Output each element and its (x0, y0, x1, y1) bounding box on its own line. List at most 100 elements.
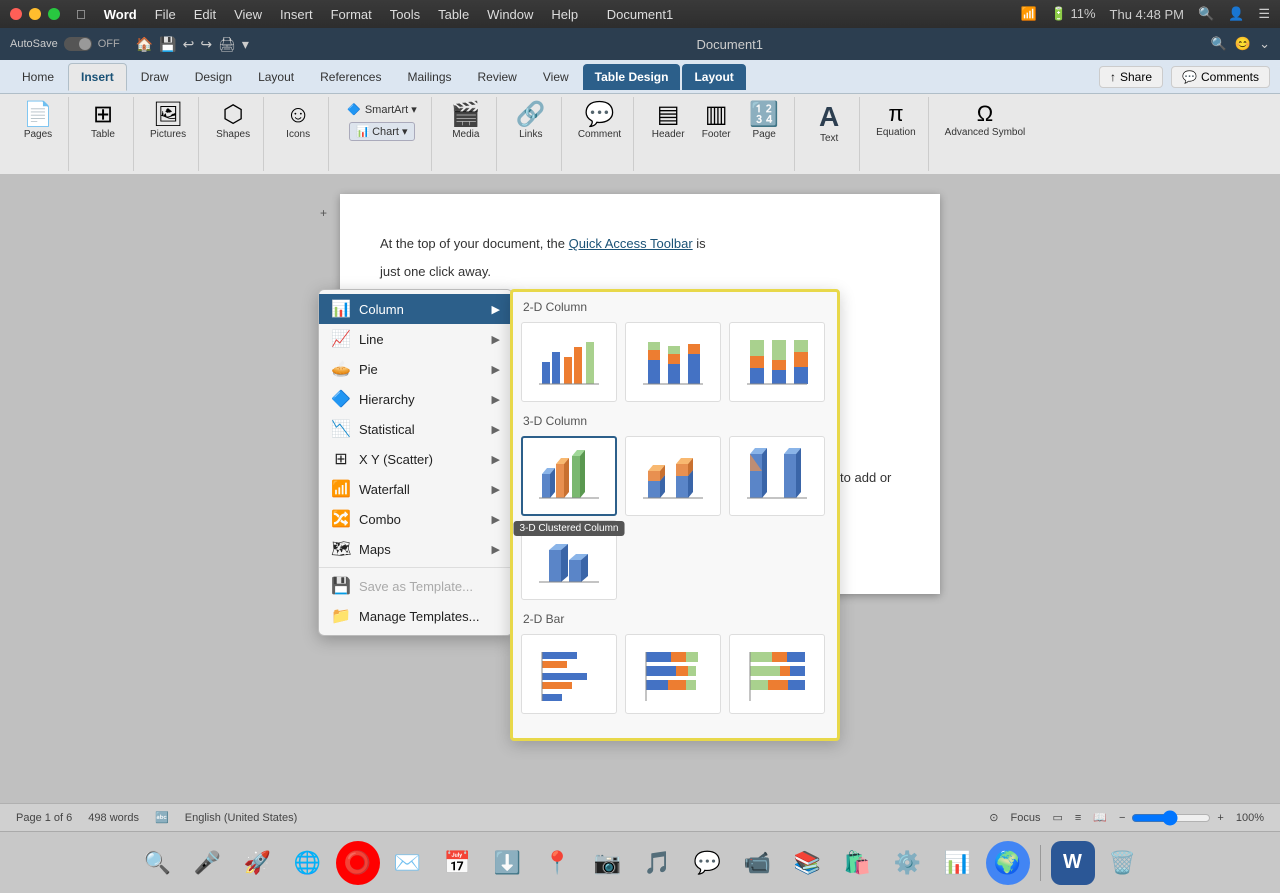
ribbon-tabs[interactable]: Home Insert Draw Design Layout Reference… (0, 60, 1280, 94)
tab-review[interactable]: Review (466, 64, 529, 90)
tab-table-design[interactable]: Table Design (583, 64, 681, 90)
quick-access-toolbar[interactable]: 🏠 💾 ↩ ↪ 🖨 ▾ (136, 36, 249, 53)
tab-home[interactable]: Home (10, 64, 66, 90)
spell-check-icon[interactable]: 🔤 (155, 811, 169, 824)
minimize-button[interactable] (29, 8, 41, 20)
chart-3d-stacked-column[interactable] (625, 436, 721, 516)
chart-100-stacked-column[interactable] (729, 322, 825, 402)
add-margin-icon[interactable]: + (320, 204, 327, 222)
tab-references[interactable]: References (308, 64, 393, 90)
menu-item-manage-templates[interactable]: 📁 Manage Templates... (319, 601, 512, 631)
smartart-button[interactable]: 🔷 SmartArt ▾ (341, 101, 423, 118)
siri-icon[interactable]: 👤 (1228, 6, 1244, 22)
symbol-button[interactable]: Ω Advanced Symbol (941, 101, 1030, 140)
close-button[interactable] (10, 8, 22, 20)
chart-stacked-column[interactable] (625, 322, 721, 402)
dock-launchpad[interactable]: 🚀 (236, 841, 280, 885)
table-menu[interactable]: Table (438, 7, 469, 22)
user-icon[interactable]: 😊 (1235, 36, 1251, 52)
dock-mail[interactable]: ✉️ (386, 841, 430, 885)
format-menu[interactable]: Format (331, 7, 372, 22)
zoom-in-icon[interactable]: + (1217, 812, 1223, 824)
help-menu[interactable]: Help (551, 7, 578, 22)
expand-icon[interactable]: ⌄ (1259, 36, 1270, 52)
file-menu[interactable]: File (155, 7, 176, 22)
save-icon[interactable]: 💾 (159, 36, 176, 53)
menu-item-pie[interactable]: 🥧 Pie ▶ (319, 354, 512, 384)
menu-item-line[interactable]: 📈 Line ▶ (319, 324, 512, 354)
chart-3d-100-stacked-column[interactable] (729, 436, 825, 516)
menu-item-combo[interactable]: 🔀 Combo ▶ (319, 504, 512, 534)
dock-music[interactable]: 🎵 (636, 841, 680, 885)
text-button[interactable]: A Text (807, 101, 851, 146)
links-button[interactable]: 🔗 Links (509, 101, 553, 142)
dock-finder[interactable]: 🔍 (136, 841, 180, 885)
outline-icon[interactable]: ≡ (1075, 812, 1081, 824)
word-menu[interactable]: Word (104, 7, 137, 22)
media-button[interactable]: 🎬 Media (444, 101, 488, 142)
dock-word[interactable]: W (1051, 841, 1095, 885)
chart-stacked-bar[interactable] (625, 634, 721, 714)
tab-draw[interactable]: Draw (129, 64, 181, 90)
tab-insert[interactable]: Insert (68, 63, 127, 91)
zoom-control[interactable]: − + (1119, 810, 1224, 826)
menu-item-hierarchy[interactable]: 🔷 Hierarchy ▶ (319, 384, 512, 414)
print-icon[interactable]: 🖨 (218, 36, 236, 53)
dock-calendar[interactable]: 📅 (436, 841, 480, 885)
header-button[interactable]: ▤ Header (646, 101, 690, 142)
zoom-out-icon[interactable]: − (1119, 812, 1125, 824)
chart-type-menu[interactable]: 📊 Column ▶ 📈 Line ▶ 🥧 Pie ▶ 🔷 Hierarchy … (318, 289, 513, 636)
search-ribbon-icon[interactable]: 🔍 (1211, 36, 1227, 52)
edit-menu[interactable]: Edit (194, 7, 216, 22)
dock-photos[interactable]: 📷 (586, 841, 630, 885)
chart-3d-clustered-column[interactable]: 3-D Clustered Column (521, 436, 617, 516)
menu-item-statistical[interactable]: 📉 Statistical ▶ (319, 414, 512, 444)
redo-icon[interactable]: ↪ (200, 36, 212, 53)
autosave-toggle[interactable] (64, 37, 92, 51)
chart-dropdown[interactable]: 📊 Chart ▾ (349, 122, 414, 141)
more-icon[interactable]: ▾ (242, 36, 249, 53)
dock-systemprefs[interactable]: ⚙️ (886, 841, 930, 885)
chart-100-stacked-bar[interactable] (729, 634, 825, 714)
view-menu[interactable]: View (234, 7, 262, 22)
dock-appstore[interactable]: 🛍️ (836, 841, 880, 885)
window-menu[interactable]: Window (487, 7, 533, 22)
mac-menu-bar[interactable]:  Word File Edit View Insert Format Tool… (76, 7, 578, 22)
dock-safari[interactable]: 🌐 (286, 841, 330, 885)
share-button[interactable]: ↑ Share (1099, 66, 1163, 88)
page-button[interactable]: 🔢 Page (742, 101, 786, 142)
apple-menu[interactable]:  (76, 7, 86, 22)
read-mode-icon[interactable]: 📖 (1093, 811, 1107, 824)
tab-view[interactable]: View (531, 64, 581, 90)
dock-trash[interactable]: 🗑️ (1101, 841, 1145, 885)
maximize-button[interactable] (48, 8, 60, 20)
tab-design[interactable]: Design (183, 64, 244, 90)
chart-clustered-column[interactable] (521, 322, 617, 402)
dock-opera[interactable]: ⭕ (336, 841, 380, 885)
tab-mailings[interactable]: Mailings (395, 64, 463, 90)
search-icon[interactable]: 🔍 (1198, 6, 1214, 22)
zoom-slider-input[interactable] (1131, 810, 1211, 826)
chart-type-panel[interactable]: 2-D Column (510, 289, 840, 741)
dock-numbers[interactable]: 📊 (936, 841, 980, 885)
comment-button[interactable]: 💬 Comment (574, 101, 625, 142)
dock-maps[interactable]: 📍 (536, 841, 580, 885)
icons-button[interactable]: ☺ Icons (276, 101, 320, 142)
chart-clustered-bar[interactable] (521, 634, 617, 714)
menu-item-maps[interactable]: 🗺 Maps ▶ (319, 534, 512, 564)
dock-siri[interactable]: 🎤 (186, 841, 230, 885)
window-controls[interactable] (10, 8, 60, 20)
dock-messages[interactable]: 💬 (686, 841, 730, 885)
footer-button[interactable]: ▥ Footer (694, 101, 738, 142)
insert-menu[interactable]: Insert (280, 7, 313, 22)
dock-books[interactable]: 📚 (786, 841, 830, 885)
dock-facetime[interactable]: 📹 (736, 841, 780, 885)
layout-view-icon[interactable]: ▭ (1052, 811, 1062, 824)
tools-menu[interactable]: Tools (390, 7, 420, 22)
table-button[interactable]: ⊞ Table (81, 101, 125, 142)
comments-button[interactable]: 💬 Comments (1171, 66, 1270, 88)
focus-mode-icon[interactable]: ⊙ (989, 811, 998, 824)
shapes-button[interactable]: ⬡ Shapes (211, 101, 255, 142)
tab-layout2[interactable]: Layout (682, 64, 745, 90)
control-center-icon[interactable]: ☰ (1258, 6, 1270, 22)
